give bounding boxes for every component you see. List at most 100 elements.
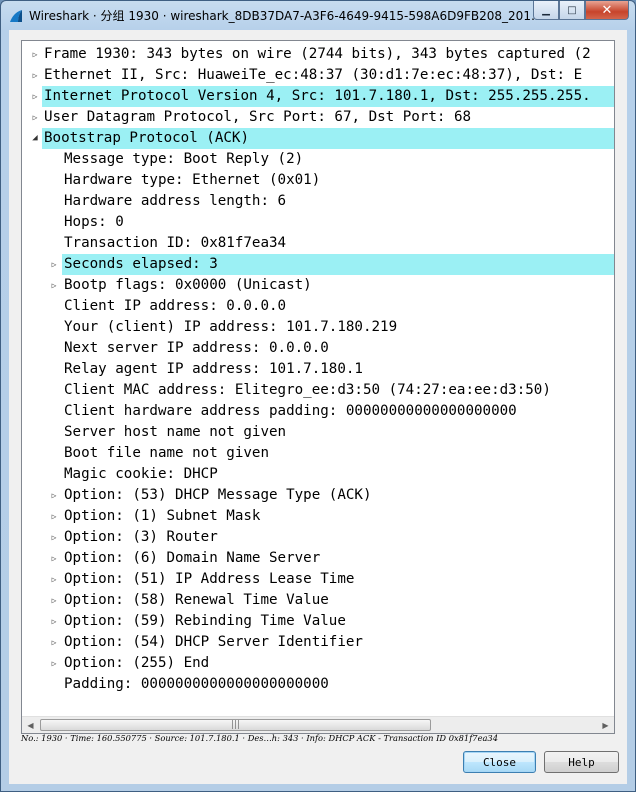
wireshark-fin-icon — [9, 8, 23, 22]
collapsed-triangle-icon[interactable]: ▷ — [49, 611, 59, 632]
tree-rows: ▷ Frame 1930: 343 bytes on wire (2744 bit… — [22, 44, 614, 695]
tree-row[interactable]: Transaction ID: 0x81f7ea34 — [22, 233, 614, 254]
tree-row-label: Option: (59) Rebinding Time Value — [64, 613, 346, 629]
tree-row[interactable]: ▷ Option: (58) Renewal Time Value — [22, 590, 614, 611]
packet-dialog-window: Wireshark · 分组 1930 · wireshark_8DB37DA7… — [0, 0, 636, 792]
tree-row[interactable]: ▷ User Datagram Protocol, Src Port: 67, D… — [22, 107, 614, 128]
minimize-button[interactable]: ▁ — [533, 1, 559, 20]
collapsed-triangle-icon[interactable]: ▷ — [49, 254, 59, 275]
collapsed-triangle-icon[interactable]: ▷ — [49, 275, 59, 296]
caption-buttons: ▁ □ ✕ — [533, 1, 629, 21]
tree-row-label: User Datagram Protocol, Src Port: 67, Ds… — [44, 109, 472, 125]
tree-row[interactable]: ▷ Ethernet II, Src: HuaweiTe_ec:48:37 (30… — [22, 65, 614, 86]
help-button[interactable]: Help — [544, 751, 619, 773]
tree-row[interactable]: ▷ Option: (3) Router — [22, 527, 614, 548]
collapsed-triangle-icon[interactable]: ▷ — [30, 44, 40, 65]
scroll-grip-icon: ||| — [230, 720, 241, 730]
help-button-label: Help — [568, 755, 595, 769]
collapsed-triangle-icon[interactable]: ▷ — [49, 527, 59, 548]
tree-row[interactable]: ▷ Option: (51) IP Address Lease Time — [22, 569, 614, 590]
tree-row-label: Padding: 0000000000000000000000 — [64, 676, 329, 692]
maximize-button[interactable]: □ — [559, 1, 585, 20]
tree-row-label: Ethernet II, Src: HuaweiTe_ec:48:37 (30:… — [44, 67, 583, 83]
tree-row-label: Magic cookie: DHCP — [64, 466, 218, 482]
collapsed-triangle-icon[interactable]: ▷ — [30, 107, 40, 128]
tree-row-label: Next server IP address: 0.0.0.0 — [64, 340, 329, 356]
tree-row-label: Option: (1) Subnet Mask — [64, 508, 261, 524]
collapsed-triangle-icon[interactable]: ▷ — [49, 548, 59, 569]
scroll-right-arrow-icon[interactable]: ▶ — [597, 717, 614, 733]
tree-row[interactable]: ◢ Bootstrap Protocol (ACK) — [22, 128, 614, 149]
tree-row[interactable]: Message type: Boot Reply (2) — [22, 149, 614, 170]
collapsed-triangle-icon[interactable]: ▷ — [49, 632, 59, 653]
scroll-left-arrow-icon[interactable]: ◀ — [22, 717, 39, 733]
tree-row-label: Message type: Boot Reply (2) — [64, 151, 304, 167]
minimize-icon: ▁ — [542, 4, 550, 16]
tree-row[interactable]: ▷ Frame 1930: 343 bytes on wire (2744 bit… — [22, 44, 614, 65]
collapsed-triangle-icon[interactable]: ▷ — [49, 590, 59, 611]
collapsed-triangle-icon[interactable]: ▷ — [49, 653, 59, 674]
tree-row[interactable]: Hardware type: Ethernet (0x01) — [22, 170, 614, 191]
tree-row[interactable]: ▷ Internet Protocol Version 4, Src: 101.7… — [22, 86, 614, 107]
dialog-client-area: ▷ Frame 1930: 343 bytes on wire (2744 bit… — [9, 30, 627, 784]
tree-row[interactable]: Client hardware address padding: 0000000… — [22, 401, 614, 422]
tree-row-label: Option: (3) Router — [64, 529, 218, 545]
tree-row-label: Client MAC address: Elitegro_ee:d3:50 (7… — [64, 382, 551, 398]
tree-row-label: Hardware type: Ethernet (0x01) — [64, 172, 321, 188]
collapsed-triangle-icon[interactable]: ▷ — [30, 65, 40, 86]
tree-row-label: Bootp flags: 0x0000 (Unicast) — [64, 277, 312, 293]
tree-row-label: Internet Protocol Version 4, Src: 101.7.… — [44, 88, 591, 104]
tree-row-label: Relay agent IP address: 101.7.180.1 — [64, 361, 363, 377]
tree-row[interactable]: ▷ Option: (54) DHCP Server Identifier — [22, 632, 614, 653]
tree-row-label: Transaction ID: 0x81f7ea34 — [64, 235, 287, 251]
tree-row-label: Option: (54) DHCP Server Identifier — [64, 634, 363, 650]
tree-row-label: Frame 1930: 343 bytes on wire (2744 bits… — [44, 46, 591, 62]
tree-row[interactable]: ▷ Option: (1) Subnet Mask — [22, 506, 614, 527]
tree-row-label: Your (client) IP address: 101.7.180.219 — [64, 319, 398, 335]
tree-row[interactable]: Client IP address: 0.0.0.0 — [22, 296, 614, 317]
tree-row-label: Hops: 0 — [64, 214, 124, 230]
packet-summary-status: No.: 1930 · Time: 160.550775 · Source: 1… — [21, 733, 498, 743]
title-bar[interactable]: Wireshark · 分组 1930 · wireshark_8DB37DA7… — [1, 1, 635, 29]
tree-row[interactable]: Magic cookie: DHCP — [22, 464, 614, 485]
packet-details-tree[interactable]: ▷ Frame 1930: 343 bytes on wire (2744 bit… — [21, 40, 615, 734]
tree-row-label: Option: (255) End — [64, 655, 210, 671]
collapsed-triangle-icon[interactable]: ▷ — [49, 485, 59, 506]
close-window-button[interactable]: ✕ — [585, 1, 629, 20]
tree-row[interactable]: Your (client) IP address: 101.7.180.219 — [22, 317, 614, 338]
expanded-triangle-icon[interactable]: ◢ — [30, 128, 40, 149]
tree-row[interactable]: ▷ Option: (53) DHCP Message Type (ACK) — [22, 485, 614, 506]
collapsed-triangle-icon[interactable]: ▷ — [49, 569, 59, 590]
tree-row-label: Client hardware address padding: 0000000… — [64, 403, 517, 419]
tree-row-label: Option: (51) IP Address Lease Time — [64, 571, 355, 587]
tree-row-label: Option: (58) Renewal Time Value — [64, 592, 329, 608]
tree-row-label: Server host name not given — [64, 424, 287, 440]
tree-row[interactable]: Padding: 0000000000000000000000 — [22, 674, 614, 695]
horizontal-scrollbar[interactable]: ◀ ||| ▶ — [22, 716, 614, 733]
tree-row[interactable]: Client MAC address: Elitegro_ee:d3:50 (7… — [22, 380, 614, 401]
tree-row[interactable]: Server host name not given — [22, 422, 614, 443]
tree-row[interactable]: ▷ Bootp flags: 0x0000 (Unicast) — [22, 275, 614, 296]
tree-row[interactable]: Relay agent IP address: 101.7.180.1 — [22, 359, 614, 380]
close-button[interactable]: Close — [463, 751, 536, 773]
window-title: Wireshark · 分组 1930 · wireshark_8DB37DA7… — [29, 9, 543, 23]
tree-row[interactable]: Hardware address length: 6 — [22, 191, 614, 212]
tree-row[interactable]: ▷ Option: (59) Rebinding Time Value — [22, 611, 614, 632]
tree-row[interactable]: Next server IP address: 0.0.0.0 — [22, 338, 614, 359]
collapsed-triangle-icon[interactable]: ▷ — [30, 86, 40, 107]
close-icon: ✕ — [601, 2, 613, 18]
tree-row[interactable]: ▷ Seconds elapsed: 3 — [22, 254, 614, 275]
tree-row-label: Option: (53) DHCP Message Type (ACK) — [64, 487, 372, 503]
tree-row-label: Boot file name not given — [64, 445, 269, 461]
tree-row[interactable]: Hops: 0 — [22, 212, 614, 233]
tree-row-label: Client IP address: 0.0.0.0 — [64, 298, 287, 314]
tree-row[interactable]: ▷ Option: (255) End — [22, 653, 614, 674]
tree-row[interactable]: Boot file name not given — [22, 443, 614, 464]
maximize-icon: □ — [567, 4, 577, 16]
tree-row[interactable]: ▷ Option: (6) Domain Name Server — [22, 548, 614, 569]
scroll-thumb[interactable]: ||| — [40, 719, 431, 731]
tree-row-label: Option: (6) Domain Name Server — [64, 550, 321, 566]
collapsed-triangle-icon[interactable]: ▷ — [49, 506, 59, 527]
tree-row-label: Seconds elapsed: 3 — [64, 256, 218, 272]
tree-row-label: Hardware address length: 6 — [64, 193, 287, 209]
